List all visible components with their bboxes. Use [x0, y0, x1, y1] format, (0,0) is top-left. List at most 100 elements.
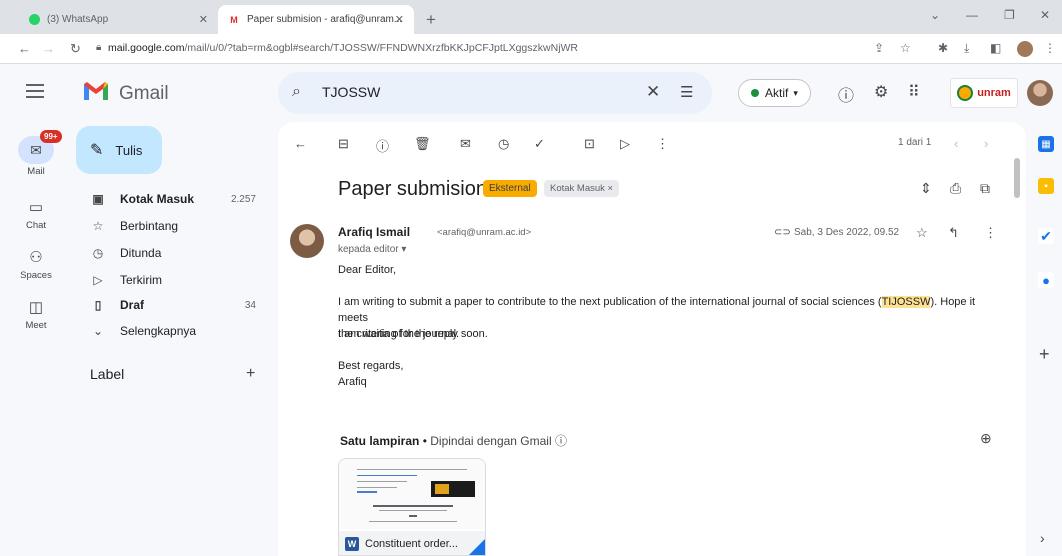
archive-icon[interactable]: ⊟: [338, 136, 349, 152]
rail-mail[interactable]: ✉ 99+ Mail: [0, 130, 72, 177]
label-icon[interactable]: ▷: [620, 136, 630, 152]
extensions-icon[interactable]: ✱: [938, 41, 948, 55]
tab-close-icon[interactable]: ✕: [395, 13, 404, 26]
show-side-panel-icon[interactable]: ›: [1040, 530, 1045, 546]
rail-chat[interactable]: ▭ Chat: [0, 198, 72, 231]
gmail-wordmark: Gmail: [119, 83, 169, 104]
search-highlight: TIJOSSW: [881, 296, 931, 308]
more-options-icon[interactable]: ⋮: [656, 136, 669, 152]
report-spam-icon[interactable]: ⓘ: [376, 136, 389, 155]
contacts-icon[interactable]: ●: [1038, 272, 1054, 288]
snooze-icon[interactable]: ◷: [498, 136, 509, 152]
active-status-dot: [751, 89, 759, 97]
browser-profile-avatar[interactable]: [1017, 41, 1033, 57]
nav-item-snoozed[interactable]: ◷ Ditunda: [76, 240, 264, 266]
url-field[interactable]: mail.google.com/mail/u/0/?tab=rm&ogbl#se…: [108, 42, 578, 54]
calendar-icon[interactable]: ▦: [1038, 136, 1054, 152]
settings-icon[interactable]: ⚙: [874, 82, 888, 102]
nav-item-sent[interactable]: ▷ Terkirim: [76, 267, 264, 293]
tab-search-icon[interactable]: ⌄: [930, 8, 940, 22]
open-in-new-window-icon[interactable]: ⧉: [980, 180, 990, 197]
address-bar: ← → ↻ 🔒︎ mail.google.com/mail/u/0/?tab=r…: [0, 34, 1062, 64]
add-label-icon[interactable]: +: [246, 365, 255, 383]
gmail-logo-icon[interactable]: [82, 80, 110, 102]
keep-icon[interactable]: ▪: [1038, 178, 1054, 194]
account-avatar[interactable]: [1027, 80, 1053, 106]
move-to-icon[interactable]: ⊡: [584, 136, 595, 152]
newer-icon[interactable]: ‹: [954, 136, 958, 151]
message-more-icon[interactable]: ⋮: [984, 225, 997, 241]
mark-unread-icon[interactable]: ✉: [460, 136, 471, 152]
forward-icon[interactable]: →: [42, 41, 55, 56]
spaces-icon: ⚇: [29, 249, 43, 266]
inbox-label-chip[interactable]: Kotak Masuk ×: [544, 180, 620, 197]
recipient-line[interactable]: kepada editor ▾: [338, 244, 406, 255]
download-icon[interactable]: ⤓: [964, 41, 969, 56]
star-icon: ☆: [92, 219, 104, 233]
search-icon[interactable]: ⌕: [292, 83, 301, 101]
tab-close-icon[interactable]: ✕: [199, 13, 208, 26]
get-addons-icon[interactable]: +: [1039, 344, 1050, 365]
compose-button[interactable]: ✎ Tulis: [76, 126, 162, 174]
tasks-icon[interactable]: ✔: [1038, 228, 1054, 244]
attachment-file-name: Constituent order...: [365, 538, 458, 550]
older-icon[interactable]: ›: [984, 136, 988, 151]
delete-icon[interactable]: 🗑︎: [414, 136, 431, 152]
tab-whatsapp[interactable]: (3) WhatsApp ✕: [18, 5, 218, 34]
close-window-icon[interactable]: ✕: [1040, 8, 1050, 22]
attachment-card[interactable]: W Constituent order...: [338, 458, 486, 556]
tab-title: Paper submision - arafiq@unram...: [247, 14, 403, 25]
back-to-list-icon[interactable]: ←: [294, 136, 307, 151]
print-icon[interactable]: ⎙: [950, 180, 961, 197]
tab-title: (3) WhatsApp: [47, 14, 109, 25]
gmail-header: Gmail ⌕ ✕ ☰ Aktif ▾ ⓘ ⚙ ⠿ unram: [0, 64, 1062, 122]
browser-tab-bar: (3) WhatsApp ✕ M Paper submision - arafi…: [0, 0, 1062, 34]
search-input[interactable]: [322, 84, 622, 100]
nav-item-starred[interactable]: ☆ Berbintang: [76, 213, 264, 239]
gmail-icon: M: [230, 14, 238, 25]
attachment-footer: W Constituent order...: [339, 531, 485, 555]
expand-all-icon[interactable]: ⇕: [920, 180, 932, 197]
help-icon[interactable]: ⓘ: [838, 82, 854, 106]
tab-gmail[interactable]: M Paper submision - arafiq@unram... ✕: [218, 5, 414, 34]
back-icon[interactable]: ←: [18, 41, 31, 56]
share-icon[interactable]: ⇪: [874, 41, 884, 55]
email-greeting: Dear Editor,: [338, 264, 397, 276]
message-scrollbar[interactable]: [1012, 150, 1022, 550]
whatsapp-icon: [28, 14, 40, 26]
reload-icon[interactable]: ↻: [70, 41, 81, 57]
add-task-icon[interactable]: ✓: [534, 136, 545, 152]
apps-grid-icon[interactable]: ⠿: [908, 82, 920, 102]
new-tab-button[interactable]: +: [426, 10, 436, 30]
main-menu-icon[interactable]: [26, 84, 44, 98]
star-icon[interactable]: ☆: [916, 225, 928, 241]
bookmark-star-icon[interactable]: ☆: [900, 41, 911, 55]
nav-item-more[interactable]: ⌄ Selengkapnya: [76, 318, 264, 344]
side-panel-icon[interactable]: ◧: [990, 41, 1001, 55]
rail-spaces[interactable]: ⚇ Spaces: [0, 248, 72, 281]
scrollbar-thumb[interactable]: [1014, 158, 1020, 198]
browser-menu-icon[interactable]: ⋮: [1044, 41, 1056, 55]
email-date: Sab, 3 Des 2022, 09.52: [794, 227, 900, 238]
external-chip: Eksternal: [483, 180, 537, 197]
sender-name[interactable]: Arafiq Ismail: [338, 225, 410, 239]
search-options-icon[interactable]: ☰: [680, 83, 693, 101]
clear-search-icon[interactable]: ✕: [646, 82, 660, 102]
nav-item-inbox[interactable]: ▣ Kotak Masuk 2.257: [76, 186, 264, 212]
minimize-icon[interactable]: —: [966, 8, 978, 22]
mail-icon: ✉: [30, 141, 42, 158]
organization-logo[interactable]: unram: [950, 78, 1018, 108]
inbox-count: 2.257: [230, 193, 256, 205]
meet-icon: ◫: [28, 299, 44, 316]
restore-icon[interactable]: ❐: [1004, 8, 1015, 22]
reply-icon[interactable]: ↰: [948, 225, 959, 241]
add-to-drive-icon[interactable]: ⊕: [980, 430, 992, 447]
email-signature: Arafiq: [338, 376, 367, 388]
attachments-header: Satu lampiran • Dipindai dengan Gmail ⓘ: [340, 434, 567, 448]
rail-meet[interactable]: ◫ Meet: [0, 298, 72, 331]
status-dropdown[interactable]: Aktif ▾: [738, 79, 811, 107]
attachment-thumbnail: [339, 459, 485, 529]
sender-avatar[interactable]: [290, 224, 324, 258]
nav-item-drafts[interactable]: ▯ Draf 34: [76, 292, 264, 318]
lock-icon[interactable]: 🔒︎: [96, 42, 101, 53]
